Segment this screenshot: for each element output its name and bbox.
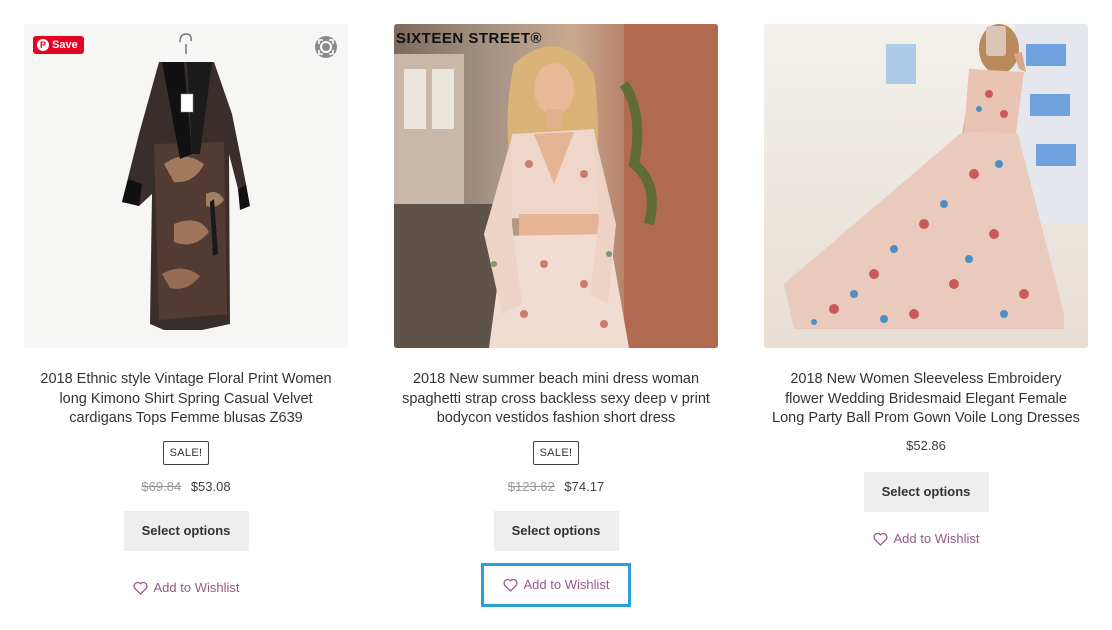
old-price: $69.84 (141, 478, 182, 494)
sale-badge: SALE! (532, 440, 580, 465)
model-photo (394, 24, 718, 348)
heart-icon (502, 578, 518, 592)
product-card: 2018 New Women Sleeveless Embroidery flo… (764, 24, 1088, 554)
product-title[interactable]: 2018 New Women Sleeveless Embroidery flo… (772, 370, 1080, 429)
brand-watermark: SIXTEEN STREET® (396, 30, 543, 47)
gown-photo (784, 24, 1088, 329)
add-to-wishlist-link[interactable]: Add to Wishlist (111, 570, 261, 606)
lens-icon[interactable] (314, 35, 338, 59)
sale-badge: SALE! (162, 440, 210, 465)
product-image[interactable]: SIXTEEN STREET® (394, 24, 718, 348)
select-options-button[interactable]: Select options (123, 510, 249, 551)
add-to-wishlist-link[interactable]: Add to Wishlist (851, 524, 1001, 554)
old-price: $123.62 (507, 478, 555, 494)
wishlist-label: Add to Wishlist (893, 531, 980, 546)
product-price: $52.86 (764, 438, 1088, 453)
current-price: $52.86 (906, 437, 946, 453)
product-card: P Save 2018 Ethnic style Vintage Floral … (24, 24, 348, 606)
wishlist-label: Add to Wishlist (523, 577, 610, 592)
product-price: $69.84 $53.08 (24, 479, 348, 494)
heart-icon (132, 581, 148, 595)
pinterest-save-button[interactable]: P Save (33, 36, 84, 54)
wishlist-label: Add to Wishlist (153, 580, 240, 595)
pinterest-icon: P (37, 39, 49, 51)
product-price: $123.62 $74.17 (394, 479, 718, 494)
product-image[interactable] (764, 24, 1088, 348)
heart-icon (872, 532, 888, 546)
select-options-button[interactable]: Select options (493, 510, 619, 551)
product-image[interactable]: P Save (24, 24, 348, 348)
current-price: $53.08 (190, 478, 231, 494)
kimono-image (122, 33, 250, 330)
product-card: SIXTEEN STREET® 2018 New summer beach mi… (394, 24, 718, 607)
add-to-wishlist-link[interactable]: Add to Wishlist (481, 562, 631, 607)
pinterest-save-label: Save (52, 39, 78, 51)
product-title[interactable]: 2018 Ethnic style Vintage Floral Print W… (32, 370, 340, 429)
product-title[interactable]: 2018 New summer beach mini dress woman s… (402, 370, 710, 429)
current-price: $74.17 (564, 478, 605, 494)
select-options-button[interactable]: Select options (863, 471, 989, 512)
